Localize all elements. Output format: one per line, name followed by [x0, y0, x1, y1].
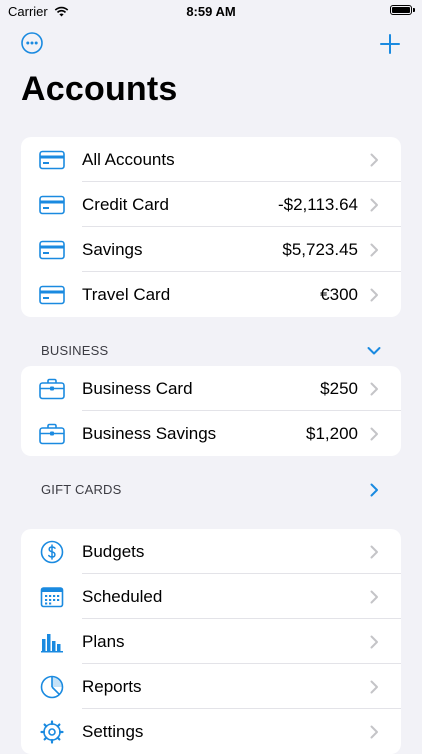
account-row-travel-card[interactable]: Travel Card €300 — [21, 272, 401, 317]
tool-label: Budgets — [82, 541, 145, 561]
account-row-credit-card[interactable]: Credit Card -$2,113.64 — [21, 182, 401, 227]
tool-label: Scheduled — [82, 586, 163, 606]
chevron-right-icon — [370, 382, 379, 396]
tool-row-scheduled[interactable]: Scheduled — [21, 574, 401, 619]
tool-row-settings[interactable]: Settings — [21, 709, 401, 754]
page-title: Accounts — [21, 70, 178, 108]
chevron-right-icon — [370, 427, 379, 441]
chevron-right-icon — [370, 545, 379, 559]
credit-card-icon — [39, 192, 65, 218]
credit-card-icon — [39, 282, 65, 308]
ellipsis-circle-icon[interactable] — [21, 32, 43, 54]
account-balance: -$2,113.64 — [277, 194, 358, 214]
tool-row-plans[interactable]: Plans — [21, 619, 401, 664]
account-balance: $5,723.45 — [282, 239, 358, 259]
pie-chart-icon — [39, 674, 65, 700]
account-label: Business Card — [82, 378, 193, 398]
status-bar: Carrier 8:59 AM — [0, 0, 422, 22]
business-accounts-list: Business Card $250 Business Savings $1,2… — [21, 366, 401, 456]
account-label: Credit Card — [82, 194, 169, 214]
chevron-right-icon — [370, 725, 379, 739]
tool-row-budgets[interactable]: Budgets — [21, 529, 401, 574]
chevron-right-icon[interactable] — [366, 482, 382, 498]
account-label: All Accounts — [82, 149, 175, 169]
chevron-right-icon — [370, 635, 379, 649]
account-label: Travel Card — [82, 284, 171, 304]
chevron-right-icon — [370, 680, 379, 694]
accounts-list: All Accounts Credit Card -$2,113.64 Savi… — [21, 137, 401, 317]
tool-label: Plans — [82, 631, 125, 651]
account-row-business-savings[interactable]: Business Savings $1,200 — [21, 411, 401, 456]
chevron-right-icon — [370, 198, 379, 212]
briefcase-icon — [39, 421, 65, 447]
chevron-right-icon — [370, 288, 379, 302]
account-row-savings[interactable]: Savings $5,723.45 — [21, 227, 401, 272]
bar-chart-icon — [39, 629, 65, 655]
status-time: 8:59 AM — [186, 4, 236, 19]
account-label: Savings — [82, 239, 143, 259]
battery-icon — [390, 5, 415, 15]
chevron-right-icon — [370, 243, 379, 257]
section-header-business: BUSINESS — [41, 343, 109, 358]
dollar-circle-icon — [39, 539, 65, 565]
credit-card-icon — [39, 147, 65, 173]
calendar-icon — [39, 584, 65, 610]
account-balance: $250 — [320, 378, 358, 398]
tool-label: Settings — [82, 721, 144, 741]
chevron-down-icon[interactable] — [366, 343, 382, 359]
plus-icon[interactable] — [379, 33, 401, 55]
section-header-gift-cards: GIFT CARDS — [41, 482, 122, 497]
tools-list: Budgets Scheduled Plans Reports Settings — [21, 529, 401, 754]
tool-label: Reports — [82, 676, 142, 696]
credit-card-icon — [39, 237, 65, 263]
chevron-right-icon — [370, 590, 379, 604]
chevron-right-icon — [370, 153, 379, 167]
account-label: Business Savings — [82, 423, 217, 443]
tool-row-reports[interactable]: Reports — [21, 664, 401, 709]
account-row-all-accounts[interactable]: All Accounts — [21, 137, 401, 182]
gear-icon — [39, 719, 65, 745]
account-balance: €300 — [320, 284, 358, 304]
briefcase-icon — [39, 376, 65, 402]
account-row-business-card[interactable]: Business Card $250 — [21, 366, 401, 411]
account-balance: $1,200 — [306, 423, 358, 443]
